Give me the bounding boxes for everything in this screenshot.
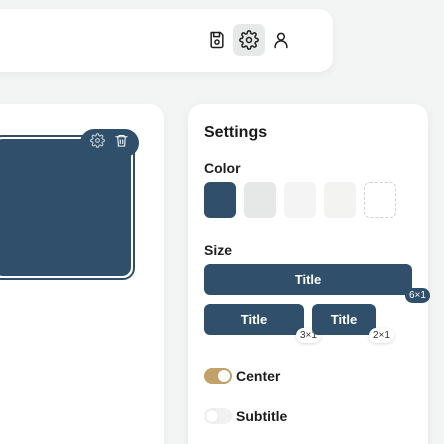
size-option-label: Title [240, 312, 268, 327]
widget-toolbar [80, 129, 139, 157]
subtitle-toggle-row: Subtitle [204, 408, 287, 424]
size-option-2x1[interactable]: Title [312, 304, 376, 335]
center-toggle-label: Center [236, 368, 281, 384]
size-label: Size [204, 242, 233, 258]
settings-panel: Settings Color Size Title 6×1 Title 3×1 … [188, 104, 430, 444]
size-badge: 2×1 [369, 328, 394, 343]
center-toggle-row: Center [204, 368, 280, 384]
size-option-3x1[interactable]: Title [204, 304, 304, 335]
swatch-light-gray[interactable] [244, 182, 276, 218]
save-icon [210, 31, 224, 49]
color-swatches [204, 182, 396, 218]
size-option-label: Title [330, 312, 358, 327]
swatch-transparent[interactable] [364, 182, 396, 218]
user-icon [274, 32, 288, 49]
size-option-6x1[interactable]: Title [204, 264, 412, 295]
size-option-label: Title [294, 272, 322, 287]
widget-body [0, 139, 131, 276]
color-label: Color [204, 160, 241, 176]
subtitle-toggle[interactable] [204, 408, 232, 424]
toggle-knob [206, 410, 218, 422]
subtitle-toggle-label: Subtitle [236, 408, 288, 424]
widget-delete-button[interactable] [114, 133, 129, 153]
gear-icon [90, 133, 106, 148]
swatch-off-white[interactable] [284, 182, 316, 218]
size-badge: 6×1 [405, 288, 430, 303]
swatch-navy[interactable] [204, 182, 236, 218]
widget-settings-button[interactable] [90, 133, 106, 153]
swatch-white[interactable] [324, 182, 356, 218]
settings-title: Settings [204, 124, 268, 141]
save-button[interactable] [201, 24, 233, 56]
gear-icon [239, 30, 259, 50]
toolbar-icon-group [201, 24, 297, 56]
center-toggle[interactable] [204, 368, 232, 384]
top-toolbar [0, 9, 333, 72]
settings-button[interactable] [233, 24, 265, 56]
profile-button[interactable] [265, 24, 297, 56]
toggle-knob [218, 370, 230, 382]
trash-icon [115, 134, 128, 147]
